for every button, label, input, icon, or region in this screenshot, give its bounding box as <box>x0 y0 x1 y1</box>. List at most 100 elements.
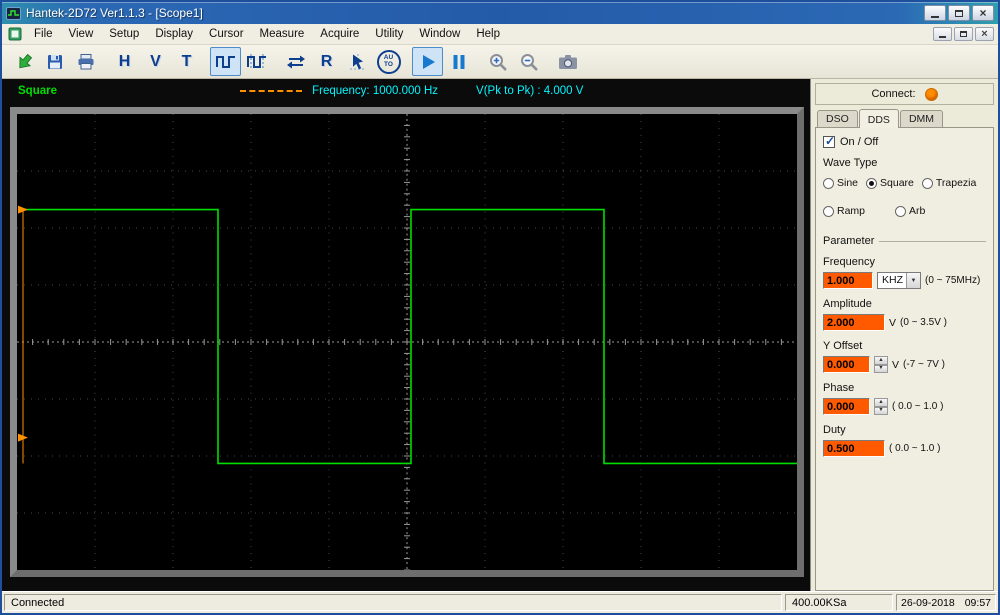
auto-set-button[interactable]: AU TO <box>373 47 404 76</box>
menu-item[interactable]: Window <box>411 25 468 43</box>
on-off-checkbox[interactable] <box>823 136 835 148</box>
vertical-settings-button[interactable]: V <box>140 47 171 76</box>
y-offset-input[interactable] <box>823 356 870 373</box>
waveform-mode-button[interactable] <box>210 47 241 76</box>
app-window: Hantek-2D72 Ver1.1.3 - [Scope1] × FileVi… <box>0 0 1000 615</box>
amplitude-label: Amplitude <box>823 298 986 310</box>
auto-icon: AU TO <box>377 50 401 74</box>
phase-spinner: ▲ ▼ <box>874 398 888 415</box>
child-restore-button[interactable] <box>954 27 973 41</box>
tab-dso[interactable]: DSO <box>817 110 858 127</box>
menu-item[interactable]: Acquire <box>312 25 367 43</box>
cursor-pointer-icon <box>348 52 368 72</box>
frequency-range: (0 ~ 75MHz) <box>925 275 980 286</box>
magnifier-minus-icon <box>519 52 539 72</box>
maximize-icon <box>955 10 963 17</box>
horizontal-arrows-icon <box>285 53 307 71</box>
radio-dot-icon <box>823 206 834 217</box>
menu-item[interactable]: Cursor <box>201 25 252 43</box>
on-off-label: On / Off <box>840 136 878 148</box>
radio-dot-icon <box>823 178 834 189</box>
radio-arb[interactable]: Arb <box>895 205 925 217</box>
frequency-unit-select[interactable]: KHZ ▼ <box>877 272 921 289</box>
radio-sine[interactable]: Sine <box>823 177 858 189</box>
menu-item[interactable]: Setup <box>101 25 147 43</box>
close-icon: × <box>979 8 986 18</box>
menu-item[interactable]: Display <box>147 25 201 43</box>
menu-bar: FileViewSetupDisplayCursorMeasureAcquire… <box>2 24 998 45</box>
radio-trapezia[interactable]: Trapezia <box>922 177 976 189</box>
panel-tabs: DSO DDS DMM <box>815 108 994 127</box>
r-letter-icon: R <box>321 53 333 71</box>
camera-icon <box>557 53 579 71</box>
h-letter-icon: H <box>119 53 131 71</box>
menu-item[interactable]: Help <box>468 25 508 43</box>
y-offset-spinner: ▲ ▼ <box>874 356 888 373</box>
reset-button[interactable]: R <box>311 47 342 76</box>
connect-indicator-box: Connect: <box>815 83 994 105</box>
phase-input[interactable] <box>823 398 870 415</box>
duty-label: Duty <box>823 424 986 436</box>
minimize-icon <box>931 16 939 18</box>
menu-item[interactable]: View <box>61 25 102 43</box>
amplitude-field: Amplitude V (0 ~ 3.5V ) <box>823 298 986 331</box>
menu-item[interactable]: Utility <box>367 25 411 43</box>
radio-square[interactable]: Square <box>866 177 914 189</box>
menu-item[interactable]: File <box>26 25 61 43</box>
zoom-out-button[interactable] <box>513 47 544 76</box>
y-offset-range: (-7 ~ 7V ) <box>903 359 945 370</box>
save-button[interactable] <box>39 47 70 76</box>
y-offset-unit: V <box>892 359 899 371</box>
connection-status: Connected <box>4 594 782 611</box>
trigger-position-marker[interactable] <box>240 90 302 92</box>
child-minimize-button[interactable] <box>933 27 952 41</box>
frequency-readout: Frequency: 1000.000 Hz <box>312 85 438 97</box>
datetime-status: 26-09-2018 09:57 <box>896 594 996 611</box>
menu-item[interactable]: Measure <box>252 25 313 43</box>
sample-rate-status: 400.00KSa <box>785 594 893 611</box>
spin-up-button[interactable]: ▲ <box>874 356 888 365</box>
close-icon: × <box>981 29 987 39</box>
square-wave-cursor-icon <box>246 53 268 71</box>
frequency-field: Frequency KHZ ▼ (0 ~ 75MHz) <box>823 256 986 289</box>
connect-device-button[interactable] <box>8 47 39 76</box>
tab-dds[interactable]: DDS <box>859 109 899 128</box>
dds-tab-page: On / Off Wave Type Sine Square Trapezia … <box>815 127 994 591</box>
close-button[interactable]: × <box>972 5 994 21</box>
title-bar: Hantek-2D72 Ver1.1.3 - [Scope1] × <box>2 2 998 24</box>
trigger-settings-button[interactable]: T <box>171 47 202 76</box>
window-title: Hantek-2D72 Ver1.1.3 - [Scope1] <box>26 6 203 20</box>
restore-icon <box>960 31 967 37</box>
radio-ramp[interactable]: Ramp <box>823 205 865 217</box>
maximize-button[interactable] <box>948 5 970 21</box>
tab-dmm[interactable]: DMM <box>900 110 943 127</box>
spin-up-button[interactable]: ▲ <box>874 398 888 407</box>
run-button[interactable] <box>412 47 443 76</box>
child-window-controls: × <box>931 27 994 41</box>
minimize-button[interactable] <box>924 5 946 21</box>
print-button[interactable] <box>70 47 101 76</box>
horizontal-settings-button[interactable]: H <box>109 47 140 76</box>
snapshot-button[interactable] <box>552 47 583 76</box>
spin-down-button[interactable]: ▼ <box>874 365 888 374</box>
amplitude-input[interactable] <box>823 314 885 331</box>
floppy-disk-icon <box>45 52 65 72</box>
y-offset-label: Y Offset <box>823 340 986 352</box>
v-letter-icon: V <box>150 53 161 71</box>
status-bar: Connected 400.00KSa 26-09-2018 09:57 <box>2 591 998 613</box>
pause-button[interactable] <box>443 47 474 76</box>
phase-field: Phase ▲ ▼ ( 0.0 ~ 1.0 ) <box>823 382 986 415</box>
waveform-measure-button[interactable] <box>241 47 272 76</box>
cursor-measure-button[interactable] <box>342 47 373 76</box>
amplitude-unit: V <box>889 317 896 329</box>
spin-down-button[interactable]: ▼ <box>874 407 888 416</box>
readout-bar: Square Frequency: 1000.000 Hz V(Pk to Pk… <box>2 79 810 103</box>
xy-mode-button[interactable] <box>280 47 311 76</box>
wave-type-radios-row2: Ramp Arb <box>823 205 986 217</box>
frequency-input[interactable] <box>823 272 873 289</box>
parameter-label: Parameter <box>823 235 874 247</box>
y-offset-field: Y Offset ▲ ▼ V (-7 ~ 7V ) <box>823 340 986 373</box>
duty-input[interactable] <box>823 440 885 457</box>
zoom-in-button[interactable] <box>482 47 513 76</box>
child-close-button[interactable]: × <box>975 27 994 41</box>
